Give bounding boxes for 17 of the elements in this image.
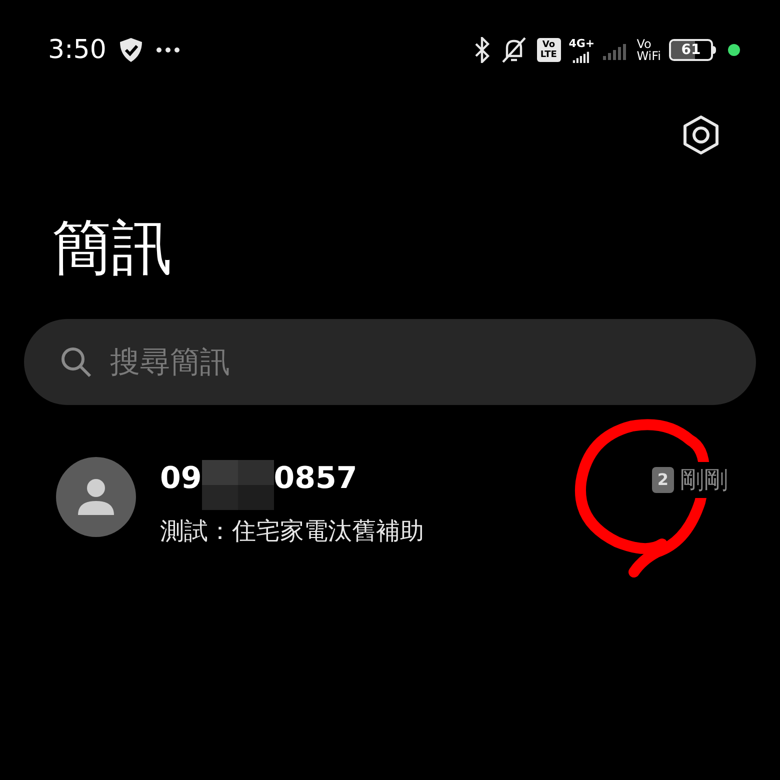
search-field[interactable]: 搜尋簡訊: [24, 319, 756, 405]
search-icon: [60, 346, 92, 378]
battery-icon: 61: [669, 39, 716, 61]
sender-number: 0857: [274, 461, 358, 497]
page-title: 簡訊: [52, 212, 172, 284]
bluetooth-icon: [472, 37, 491, 63]
message-preview: 測試：住宅家電汰舊補助: [160, 516, 425, 546]
vowifi-label: Vo: [636, 38, 652, 50]
network-type: 4G+: [568, 38, 595, 48]
volte-badge: Vo LTE: [536, 38, 561, 62]
shield-check-icon: [118, 37, 144, 63]
more-dots-icon: [156, 47, 180, 53]
sender-number: 09: [160, 461, 202, 497]
message-time: 剛剛: [680, 462, 728, 498]
status-time: 3:50: [48, 34, 106, 66]
vowifi-label: WiFi: [636, 50, 661, 62]
sim-badge: 2: [652, 467, 674, 493]
